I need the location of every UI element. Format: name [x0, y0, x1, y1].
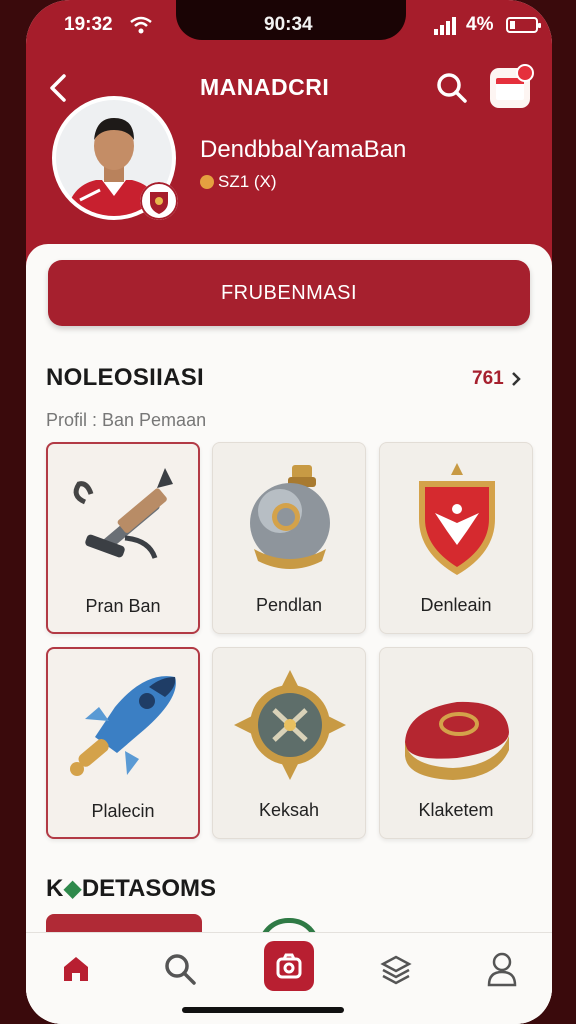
status-clock: 90:34	[264, 14, 313, 35]
page-title: MANADCRI	[200, 74, 330, 100]
battery-icon	[506, 17, 541, 33]
wrench-arrow-icon	[73, 468, 173, 559]
phone-screen: 19:32 90:34 4% MANADCRI DendbbalYamaBan …	[26, 0, 552, 1024]
item-label: Plalecin	[91, 801, 155, 821]
club-emblem-icon	[140, 182, 178, 220]
item-card[interactable]: Plalecin	[46, 647, 200, 839]
nav-search[interactable]	[156, 945, 204, 993]
compass-emblem-icon	[234, 670, 346, 780]
item-label: Pran Ban	[85, 596, 161, 616]
content-sheet	[26, 244, 552, 1024]
item-card[interactable]: Pran Ban	[46, 442, 200, 634]
item-card[interactable]: Keksah	[212, 647, 366, 839]
item-label: Denleain	[420, 595, 492, 615]
rocket-icon	[70, 676, 176, 776]
section-title: NOLEOSIIASI	[46, 364, 204, 391]
signal-icon	[434, 17, 456, 35]
profile-icon	[487, 952, 517, 987]
status-time: 19:32	[64, 14, 113, 35]
search-icon	[165, 954, 196, 985]
chevron-right-icon	[511, 372, 521, 386]
section-subtitle: Profil : Ban Pemaan	[46, 410, 207, 430]
camera-icon	[276, 953, 302, 979]
item-card[interactable]: Pendlan	[212, 442, 366, 634]
section-count: 761	[472, 368, 504, 389]
nav-home[interactable]	[52, 945, 100, 993]
nav-camera[interactable]	[264, 941, 314, 991]
see-all-link[interactable]: 761	[472, 368, 522, 390]
battery-percent: 4%	[466, 14, 494, 35]
item-card[interactable]: Denleain	[379, 442, 533, 634]
flask-icon	[250, 465, 330, 569]
user-meta: SZ1 (X)	[200, 172, 277, 192]
nav-profile[interactable]	[478, 945, 526, 993]
item-card[interactable]: Klaketem	[379, 647, 533, 839]
search-icon[interactable]	[434, 70, 470, 106]
notification-dot	[516, 64, 534, 82]
item-label: Pendlan	[255, 595, 323, 615]
user-name: DendbbalYamaBan	[200, 136, 407, 163]
back-arrow-icon[interactable]	[46, 70, 76, 106]
primary-action-button[interactable]: FRUBENMASI	[48, 260, 530, 326]
home-indicator[interactable]	[182, 1007, 344, 1013]
section2-title: K◆DETASOMS	[46, 875, 217, 902]
wifi-icon	[130, 16, 152, 34]
coin-icon	[200, 175, 214, 189]
notification-app-icon[interactable]	[490, 64, 534, 108]
user-meta-text: SZ1 (X)	[218, 172, 277, 191]
home-icon	[64, 957, 88, 981]
layers-icon	[380, 955, 412, 985]
item-label: Keksah	[258, 800, 320, 820]
red-hat-icon	[405, 701, 509, 780]
item-label: Klaketem	[418, 800, 494, 820]
drop-icon: ◆	[63, 875, 82, 902]
nav-layers[interactable]	[372, 945, 420, 993]
eagle-shield-icon	[419, 463, 495, 575]
